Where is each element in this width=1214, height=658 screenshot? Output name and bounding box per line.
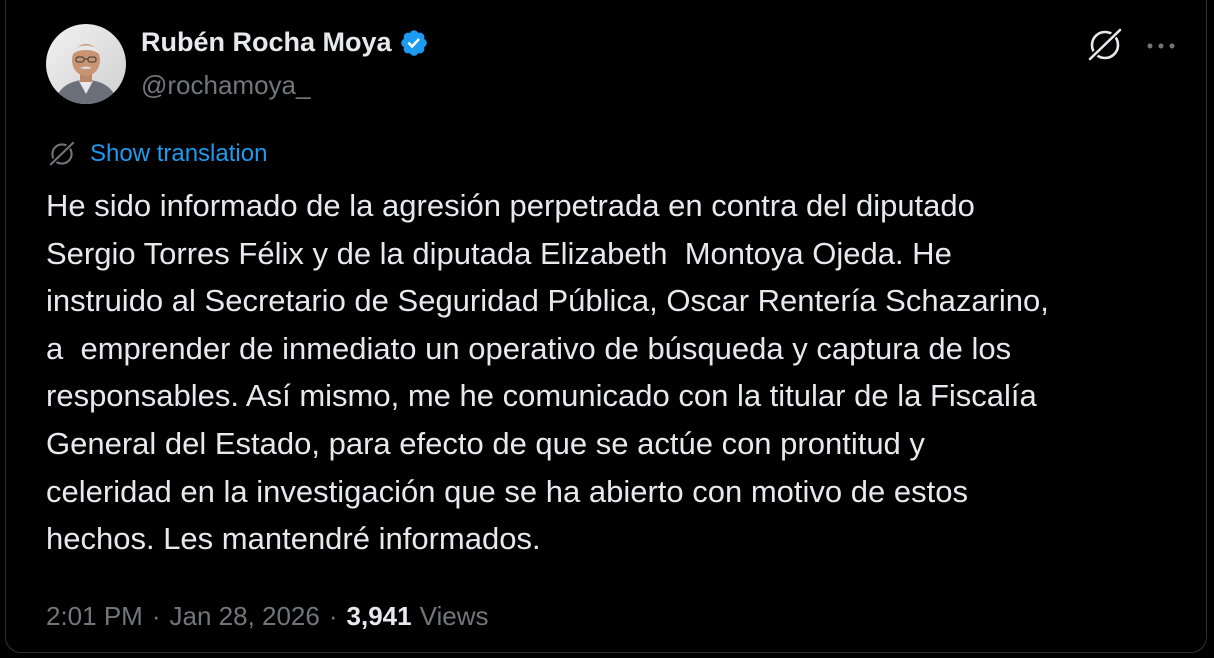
more-options-icon [1147,43,1175,49]
grok-icon [1087,26,1123,62]
meta-separator: · [328,601,338,631]
tweet-metadata: 2:01 PM · Jan 28, 2026 · 3,941 Views [46,601,489,632]
tweet-date[interactable]: Jan 28, 2026 [170,601,320,632]
grok-icon [49,140,75,167]
show-translation-link[interactable]: Show translation [90,140,267,168]
tweet-card: Rubén Rocha Moya @rochamoya_ Show transl… [5,0,1207,653]
meta-separator: · [151,601,161,631]
views-count[interactable]: 3,941 [347,601,412,632]
tweet-text: He sido informado de la agresión perpetr… [46,188,1049,557]
author-handle[interactable]: @rochamoya_ [141,70,310,101]
profile-photo [46,24,126,104]
views-label[interactable]: Views [420,601,489,632]
author-name-row: Rubén Rocha Moya [141,27,429,58]
more-options-button[interactable] [1143,28,1179,64]
avatar[interactable] [46,24,126,104]
grok-button[interactable] [1085,25,1125,65]
author-name[interactable]: Rubén Rocha Moya [141,27,392,58]
translation-row: Show translation [46,138,267,170]
tweet-time[interactable]: 2:01 PM [46,601,143,632]
verified-badge-icon[interactable] [399,28,429,58]
